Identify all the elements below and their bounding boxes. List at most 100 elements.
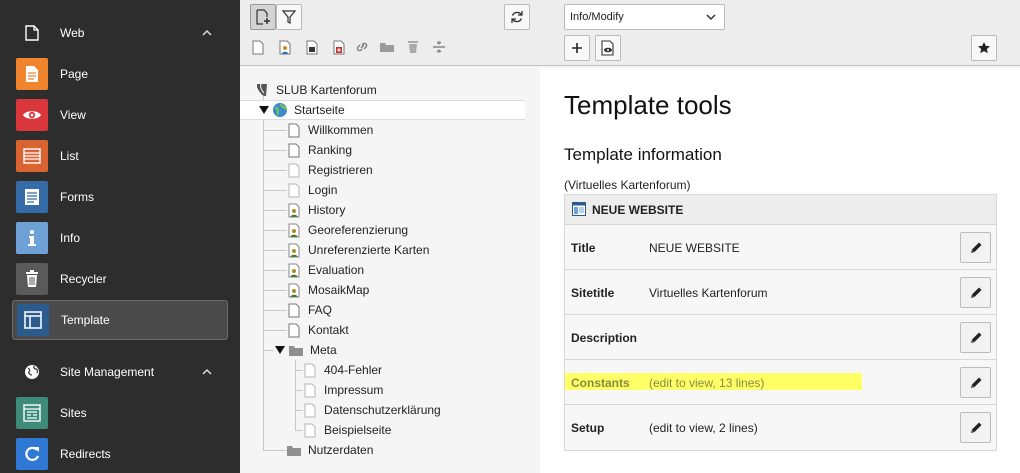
module-label: View xyxy=(60,108,86,122)
page-restricted-icon xyxy=(286,202,302,218)
sites-icon xyxy=(16,397,48,429)
drag-link-page-icon[interactable] xyxy=(353,38,371,56)
edit-title-button[interactable] xyxy=(960,232,991,263)
module-page[interactable]: Page xyxy=(12,54,228,94)
module-list[interactable]: List xyxy=(12,136,228,176)
tree-node-faq[interactable]: FAQ xyxy=(286,300,332,320)
module-sites[interactable]: Sites xyxy=(12,393,228,433)
page-restricted-icon xyxy=(286,262,302,278)
tree-node-datenschutzerkl-rung[interactable]: Datenschutzerklärung xyxy=(302,400,441,420)
chevron-up-icon[interactable] xyxy=(200,26,214,40)
expand-toggle-icon[interactable] xyxy=(258,104,270,116)
drag-page-icon[interactable] xyxy=(249,38,267,56)
page-hidden-icon xyxy=(302,422,318,438)
forms-icon xyxy=(16,181,48,213)
tree-node-impressum[interactable]: Impressum xyxy=(302,380,383,400)
page-hidden-icon xyxy=(302,382,318,398)
tree-node-history[interactable]: History xyxy=(286,200,345,220)
module-forms[interactable]: Forms xyxy=(12,177,228,217)
row-value: (edit to view, 13 lines) xyxy=(649,376,765,390)
view-page-button[interactable] xyxy=(595,35,621,61)
tree-node-label: 404-Fehler xyxy=(324,363,383,377)
template-row-setup: Setup (edit to view, 2 lines) xyxy=(565,405,996,450)
refresh-tree-button[interactable] xyxy=(504,4,530,30)
tree-node-kontakt[interactable]: Kontakt xyxy=(286,320,349,340)
template-icon xyxy=(17,304,49,336)
page-module-icon xyxy=(16,58,48,90)
module-group-web[interactable]: Web xyxy=(0,18,240,48)
module-group-site-management[interactable]: Site Management xyxy=(0,357,240,387)
drag-shortcut-page-icon[interactable] xyxy=(303,38,321,56)
pencil-icon xyxy=(970,242,981,253)
tree-node-login[interactable]: Login xyxy=(286,180,337,200)
page-title: Template tools xyxy=(564,90,732,120)
tree-node-evaluation[interactable]: Evaluation xyxy=(286,260,364,280)
module-label: List xyxy=(60,149,79,163)
expand-toggle-icon[interactable] xyxy=(274,344,286,356)
tree-node-willkommen[interactable]: Willkommen xyxy=(286,120,373,140)
globe-icon xyxy=(272,102,288,118)
tree-root[interactable]: SLUB Kartenforum xyxy=(254,80,377,100)
tree-connector xyxy=(263,270,287,271)
tree-node-mosaikmap[interactable]: MosaikMap xyxy=(286,280,369,300)
page-restricted-icon xyxy=(286,222,302,238)
tree-node-ranking[interactable]: Ranking xyxy=(286,140,352,160)
page-hidden-icon xyxy=(302,362,318,378)
module-view[interactable]: View xyxy=(12,95,228,135)
drag-recycler-icon[interactable] xyxy=(404,38,422,56)
module-label: Recycler xyxy=(60,272,107,286)
page-hidden-icon xyxy=(286,182,302,198)
edit-sitetitle-button[interactable] xyxy=(960,277,991,308)
tree-node-label: MosaikMap xyxy=(308,283,370,297)
tree-node-startseite[interactable]: Startseite xyxy=(240,100,525,120)
doc-header: Info/Modify xyxy=(540,0,1020,66)
module-menu: Web Page View List Forms Info Recycler T… xyxy=(0,0,240,473)
row-key: Title xyxy=(571,241,596,255)
tree-connector xyxy=(295,430,303,431)
redirect-icon xyxy=(16,438,48,470)
tree-node-label: Login xyxy=(308,183,338,197)
filter-button[interactable] xyxy=(276,4,302,30)
add-template-button[interactable] xyxy=(564,35,590,61)
tree-node-georeferenzierung[interactable]: Georeferenzierung xyxy=(286,220,408,240)
tree-connector xyxy=(263,130,287,131)
edit-constants-button[interactable] xyxy=(960,367,991,398)
module-template[interactable]: Template xyxy=(12,300,228,340)
tree-node-label: History xyxy=(308,203,346,217)
drag-divider-icon[interactable] xyxy=(430,38,448,56)
tree-node-404-fehler[interactable]: 404-Fehler xyxy=(302,360,382,380)
tree-node-meta[interactable]: Meta xyxy=(274,340,337,360)
function-menu-value: Info/Modify xyxy=(570,11,624,23)
tree-connector xyxy=(263,170,287,171)
edit-setup-button[interactable] xyxy=(960,412,991,443)
drag-mountpoint-page-icon[interactable] xyxy=(330,38,348,56)
star-icon xyxy=(978,42,990,54)
tree-node-nutzerdaten[interactable]: Nutzerdaten xyxy=(286,440,373,460)
bookmark-button[interactable] xyxy=(971,35,997,61)
plus-icon xyxy=(572,43,582,53)
module-recycler[interactable]: Recycler xyxy=(12,259,228,299)
folder-icon xyxy=(286,442,302,458)
new-page-toggle-button[interactable] xyxy=(250,4,276,30)
tree-node-beispielseite[interactable]: Beispielseite xyxy=(302,420,391,440)
folder-icon xyxy=(288,342,304,358)
module-info[interactable]: Info xyxy=(12,218,228,258)
page-icon xyxy=(286,142,302,158)
function-menu-select[interactable]: Info/Modify xyxy=(564,4,725,30)
edit-description-button[interactable] xyxy=(960,322,991,353)
tree-node-label: FAQ xyxy=(308,303,333,317)
chevron-up-icon[interactable] xyxy=(200,365,214,379)
template-info-table: NEUE WEBSITE Title NEUE WEBSITE Sitetitle V… xyxy=(564,194,997,451)
tree-node-unreferenzierte-karten[interactable]: Unreferenzierte Karten xyxy=(286,240,429,260)
tree-connector xyxy=(263,330,287,331)
module-label: Forms xyxy=(60,190,94,204)
module-label: Sites xyxy=(60,406,87,420)
tree-node-registrieren[interactable]: Registrieren xyxy=(286,160,373,180)
module-group-label: Site Management xyxy=(60,365,155,379)
tree-node-label: Georeferenzierung xyxy=(308,223,409,237)
page-icon xyxy=(286,302,302,318)
drag-folder-icon[interactable] xyxy=(378,38,396,56)
drag-backend-user-page-icon[interactable] xyxy=(276,38,294,56)
tree-node-label: Beispielseite xyxy=(324,423,392,437)
module-redirects[interactable]: Redirects xyxy=(12,434,228,473)
